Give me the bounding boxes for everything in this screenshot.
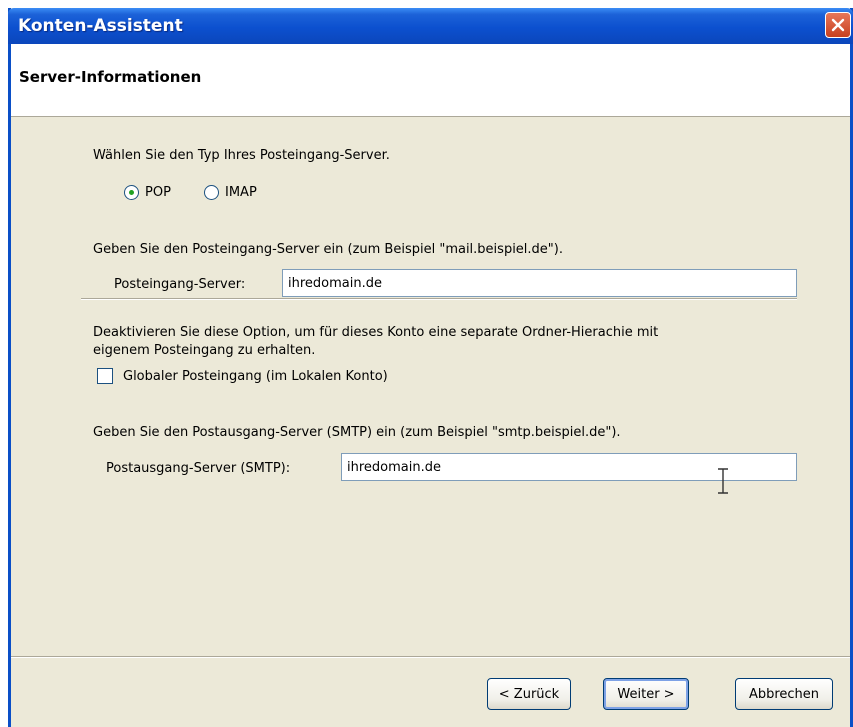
global-inbox-checkbox[interactable] <box>97 368 113 384</box>
radio-imap-label: IMAP <box>225 185 257 200</box>
radio-pop-label: POP <box>145 185 171 200</box>
close-icon <box>831 18 845 32</box>
global-inbox-description-line1: Deaktivieren Sie diese Option, um für di… <box>93 325 659 340</box>
cancel-button[interactable]: Abbrechen <box>735 678 833 710</box>
radio-imap-circle <box>204 185 219 200</box>
separator <box>81 298 797 300</box>
window-title: Konten-Assistent <box>18 16 183 36</box>
title-bar[interactable]: Konten-Assistent <box>8 8 853 44</box>
incoming-server-prompt: Geben Sie den Posteingang-Server ein (zu… <box>93 242 563 257</box>
incoming-server-label: Posteingang-Server: <box>114 277 246 292</box>
wizard-header: Server-Informationen <box>11 44 850 117</box>
outgoing-server-label: Postausgang-Server (SMTP): <box>106 461 291 476</box>
close-button[interactable] <box>825 12 851 38</box>
back-button[interactable]: < Zurück <box>487 678 571 710</box>
text-cursor-icon <box>718 468 728 494</box>
footer-separator <box>11 656 850 658</box>
server-type-prompt: Wählen Sie den Typ Ihres Posteingang-Ser… <box>93 148 390 163</box>
incoming-server-input[interactable] <box>282 269 797 297</box>
page-title: Server-Informationen <box>19 68 202 86</box>
radio-pop-circle <box>124 185 139 200</box>
radio-imap[interactable]: IMAP <box>204 185 280 202</box>
radio-selected-dot <box>129 190 134 195</box>
account-wizard-window: Konten-Assistent Server-Informationen Wä… <box>8 8 853 727</box>
global-inbox-description-line2: eigenem Posteingang zu erhalten. <box>93 343 316 358</box>
outgoing-server-prompt: Geben Sie den Postausgang-Server (SMTP) … <box>93 425 621 440</box>
global-inbox-checkbox-label[interactable]: Globaler Posteingang (im Lokalen Konto) <box>123 369 388 384</box>
next-button[interactable]: Weiter > <box>603 678 689 710</box>
radio-pop[interactable]: POP <box>124 185 194 202</box>
